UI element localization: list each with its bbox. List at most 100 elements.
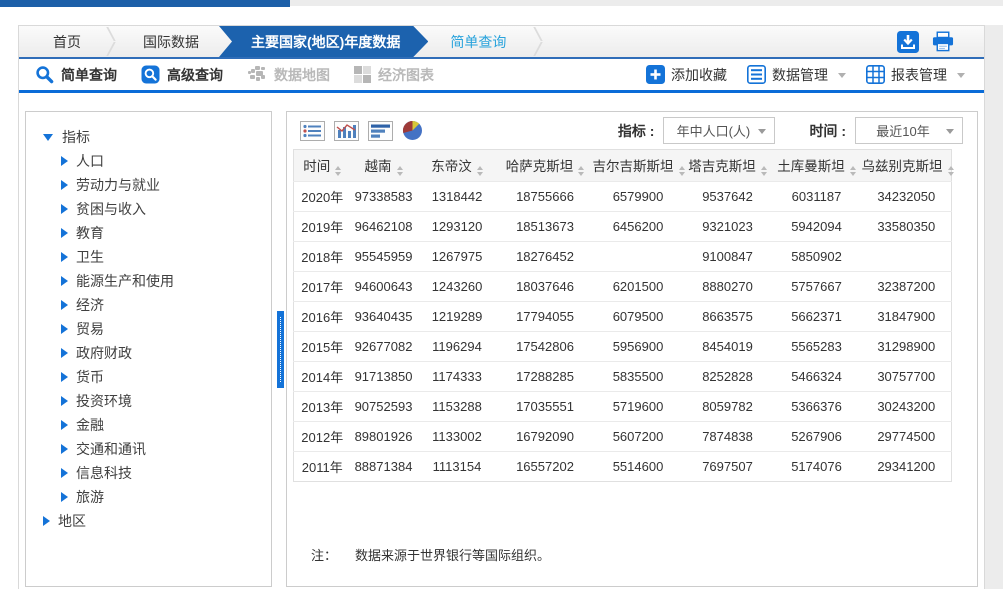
sort-arrows-icon <box>679 166 685 176</box>
expand-icon[interactable] <box>61 348 68 358</box>
tree-item-health[interactable]: 卫生 <box>43 245 271 269</box>
tree-item-energy-production-use[interactable]: 能源生产和使用 <box>43 269 271 293</box>
tree-item-labor-employment[interactable]: 劳动力与就业 <box>43 173 271 197</box>
collapse-icon[interactable] <box>43 134 53 141</box>
column-header-kyrgyzstan[interactable]: 吉尔吉斯斯坦 <box>593 150 684 182</box>
column-header-kazakhstan[interactable]: 哈萨克斯坦 <box>498 150 593 182</box>
expand-icon[interactable] <box>61 228 68 238</box>
table-row: 2011年88871384111315416557202551460076975… <box>294 452 952 482</box>
data-table: 时间越南东帝汶哈萨克斯坦吉尔吉斯斯坦塔吉克斯坦土库曼斯坦乌兹别克斯坦 2020年… <box>293 149 952 482</box>
tab-label: 国际数据 <box>143 32 199 52</box>
tree-item-information-technology[interactable]: 信息科技 <box>43 461 271 485</box>
tree-item-population[interactable]: 人口 <box>43 149 271 173</box>
tab-label: 主要国家(地区)年度数据 <box>251 32 400 52</box>
tree-item-currency[interactable]: 货币 <box>43 365 271 389</box>
tab-international-data[interactable]: 国际数据 <box>119 26 223 57</box>
tree-item-economy[interactable]: 经济 <box>43 293 271 317</box>
tree-item-regions[interactable]: 地区 <box>43 509 271 533</box>
table-cell: 5565283 <box>772 332 862 362</box>
column-header-vietnam[interactable]: 越南 <box>351 150 417 182</box>
table-cell: 1174333 <box>417 362 498 392</box>
sort-arrows-icon <box>761 166 767 176</box>
indicator-select[interactable]: 年中人口(人) <box>663 117 775 144</box>
tree-item-poverty-income[interactable]: 贫困与收入 <box>43 197 271 221</box>
expand-icon[interactable] <box>61 276 68 286</box>
table-row: 2017年94600643124326018037646620150088802… <box>294 272 952 302</box>
chevron-down-icon <box>838 73 846 78</box>
table-cell: 97338583 <box>351 182 417 212</box>
view-bar-chart-button[interactable] <box>368 121 393 141</box>
expand-icon[interactable] <box>43 516 50 526</box>
tree-item-education[interactable]: 教育 <box>43 221 271 245</box>
time-select[interactable]: 最近10年 <box>855 117 963 144</box>
data-map-button: 数据地图 <box>247 65 330 85</box>
table-cell: 6456200 <box>593 212 684 242</box>
report-management-button[interactable]: 报表管理 <box>866 65 965 85</box>
advanced-query-button[interactable]: 高级查询 <box>141 65 223 85</box>
tree-item-government-finance[interactable]: 政府财政 <box>43 341 271 365</box>
sort-arrows-icon <box>397 166 403 176</box>
download-button[interactable] <box>897 31 919 53</box>
table-cell: 6579900 <box>593 182 684 212</box>
table-cell: 8059782 <box>684 392 772 422</box>
table-cell: 29341200 <box>862 452 952 482</box>
table-cell: 2012年 <box>294 422 351 452</box>
view-list-button[interactable] <box>300 121 325 141</box>
tree-item-tourism[interactable]: 旅游 <box>43 485 271 509</box>
tab-simple-query[interactable]: 简单查询 <box>424 26 532 57</box>
query-toolbar: 简单查询高级查询数据地图经济图表 添加收藏数据管理报表管理 <box>19 59 984 93</box>
view-pie-chart-button[interactable] <box>402 120 423 141</box>
expand-icon[interactable] <box>61 300 68 310</box>
panel-splitter[interactable] <box>277 311 284 388</box>
expand-icon[interactable] <box>61 372 68 382</box>
view-column-chart-button[interactable] <box>334 121 359 141</box>
sort-up-icon <box>578 166 584 170</box>
indicator-select-value: 年中人口(人) <box>677 121 751 140</box>
add-favorite-button[interactable]: 添加收藏 <box>646 65 727 85</box>
content-window: 首页国际数据主要国家(地区)年度数据简单查询 简单查询高级查询数据地图经济图表 … <box>18 25 985 589</box>
column-header-uzbekistan[interactable]: 乌兹别克斯坦 <box>862 150 952 182</box>
tree-item-trade[interactable]: 贸易 <box>43 317 271 341</box>
print-button[interactable] <box>932 31 954 53</box>
simple-query-icon <box>35 65 54 84</box>
expand-icon[interactable] <box>61 468 68 478</box>
table-cell: 1113154 <box>417 452 498 482</box>
column-header-timor-leste[interactable]: 东帝汶 <box>417 150 498 182</box>
simple-query-button[interactable]: 简单查询 <box>35 65 117 85</box>
tab-home[interactable]: 首页 <box>29 26 105 57</box>
tree-item-transport-communication[interactable]: 交通和通讯 <box>43 437 271 461</box>
tab-annual-data-major-countries[interactable]: 主要国家(地区)年度数据 <box>219 26 428 57</box>
expand-icon[interactable] <box>61 252 68 262</box>
sort-arrows-icon <box>335 166 341 176</box>
tree-item-investment-environment[interactable]: 投资环境 <box>43 389 271 413</box>
table-cell: 1318442 <box>417 182 498 212</box>
sort-down-icon <box>948 172 954 176</box>
indicator-label: 指标 : <box>618 121 655 141</box>
column-header-time[interactable]: 时间 <box>294 150 351 182</box>
expand-icon[interactable] <box>61 492 68 502</box>
workspace: 指标人口劳动力与就业贫困与收入教育卫生能源生产和使用经济贸易政府财政货币投资环境… <box>19 93 984 586</box>
sort-up-icon <box>477 166 483 170</box>
tree-item-finance[interactable]: 金融 <box>43 413 271 437</box>
table-cell: 5174076 <box>772 452 862 482</box>
expand-icon[interactable] <box>61 420 68 430</box>
column-header-turkmenistan[interactable]: 土库曼斯坦 <box>772 150 862 182</box>
table-cell: 6031187 <box>772 182 862 212</box>
column-header-tajikistan[interactable]: 塔吉克斯坦 <box>684 150 772 182</box>
expand-icon[interactable] <box>61 180 68 190</box>
expand-icon[interactable] <box>61 324 68 334</box>
expand-icon[interactable] <box>61 396 68 406</box>
table-cell: 8880270 <box>684 272 772 302</box>
expand-icon[interactable] <box>61 444 68 454</box>
expand-icon[interactable] <box>61 156 68 166</box>
column-header-label: 乌兹别克斯坦 <box>862 159 943 174</box>
sort-up-icon <box>397 166 403 170</box>
sort-up-icon <box>850 166 856 170</box>
tree-item-indicators[interactable]: 指标 <box>43 125 271 149</box>
table-cell: 16557202 <box>498 452 593 482</box>
table-row: 2013年90752593115328817035551571960080597… <box>294 392 952 422</box>
time-label: 时间 : <box>809 121 846 141</box>
table-cell: 16792090 <box>498 422 593 452</box>
expand-icon[interactable] <box>61 204 68 214</box>
data-management-button[interactable]: 数据管理 <box>747 65 846 85</box>
